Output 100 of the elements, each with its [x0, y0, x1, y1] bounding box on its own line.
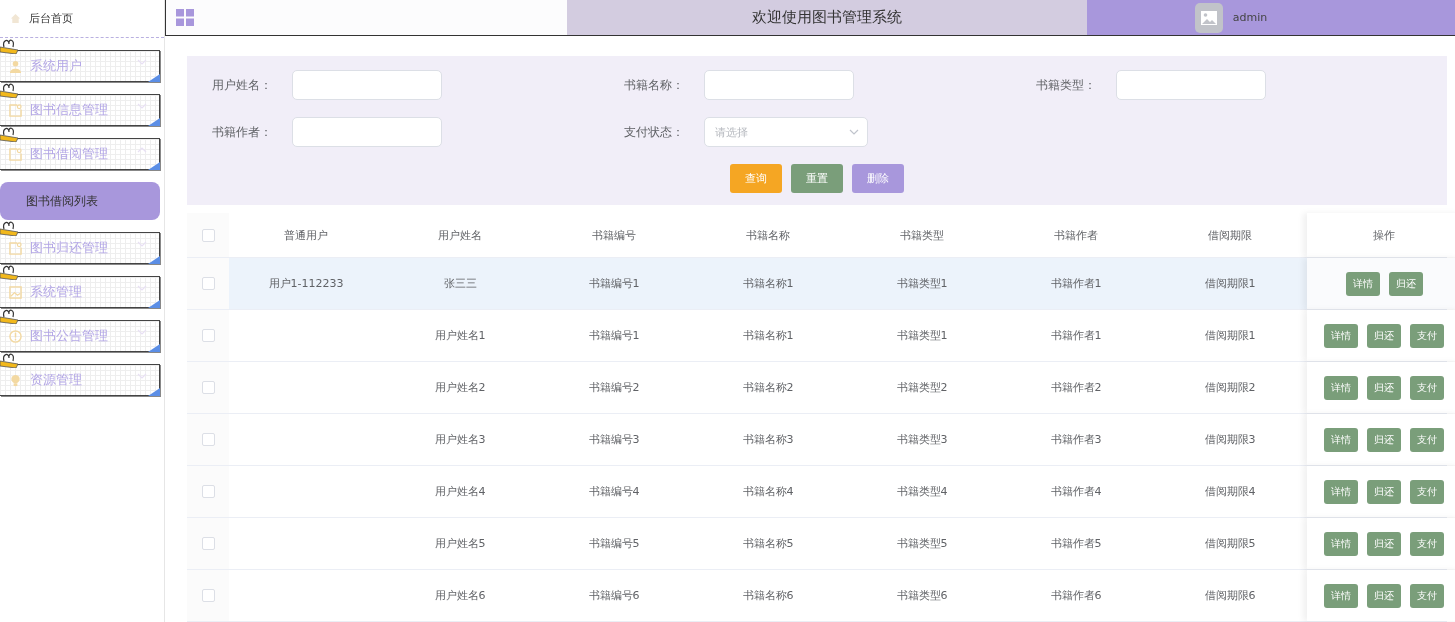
menu-item[interactable]: 系统管理 [0, 276, 160, 308]
action-button[interactable]: 详情 [1345, 271, 1380, 296]
app-title: 欢迎使用图书管理系统 [752, 8, 902, 27]
menu-item[interactable]: 图书归还管理 [0, 232, 160, 264]
action-button[interactable]: 详情 [1324, 479, 1358, 504]
table-cell: 用户姓名2 [434, 380, 486, 395]
action-button[interactable]: 支付 [1410, 323, 1444, 348]
table-cell: 书籍编号3 [588, 432, 640, 447]
image-icon [9, 285, 22, 299]
query-button[interactable]: 查询 [730, 164, 782, 193]
action-button[interactable]: 支付 [1410, 427, 1444, 452]
column-header: 用户姓名 [438, 227, 482, 243]
menu-item[interactable]: 系统用户 [0, 50, 160, 82]
table-cell: 书籍编号1 [588, 276, 640, 291]
input-field[interactable] [292, 70, 442, 100]
submenu-item[interactable]: 图书借阅列表 [0, 182, 160, 220]
column-header: 书籍类型 [900, 227, 944, 243]
table-cell: 书籍类型3 [896, 432, 948, 447]
row-checkbox[interactable] [201, 433, 215, 446]
action-button[interactable]: 详情 [1324, 531, 1358, 556]
action-button[interactable]: 归还 [1367, 427, 1401, 452]
select-all-checkbox[interactable] [201, 228, 215, 242]
action-button[interactable]: 详情 [1324, 323, 1358, 348]
document-icon [9, 147, 22, 161]
column-header: 操作 [1373, 227, 1395, 243]
row-checkbox[interactable] [201, 485, 215, 498]
action-button[interactable]: 详情 [1324, 583, 1358, 608]
action-button[interactable]: 归还 [1388, 271, 1423, 296]
input-field[interactable] [292, 117, 442, 147]
table-cell: 书籍编号1 [588, 328, 640, 343]
table-cell: 借阅期限6 [1204, 588, 1256, 603]
action-button[interactable]: 归还 [1367, 375, 1401, 400]
table-cell: 借阅期限4 [1204, 484, 1256, 499]
row-checkbox[interactable] [201, 277, 215, 290]
table-cell: 书籍类型2 [896, 380, 948, 395]
table-cell: 书籍作者3 [1050, 432, 1102, 447]
table-cell: 借阅期限5 [1204, 536, 1256, 551]
delete-button[interactable]: 删除 [852, 164, 904, 193]
row-checkbox[interactable] [201, 537, 215, 550]
table-cell: 用户姓名1 [434, 328, 486, 343]
menu-item[interactable]: 资源管理 [0, 364, 160, 396]
bulb-icon [9, 373, 22, 387]
menu-item[interactable]: 图书公告管理 [0, 320, 160, 352]
folded-corner-icon [148, 118, 160, 126]
column-header: 普通用户 [284, 227, 328, 243]
table-cell: 书籍名称3 [742, 432, 794, 447]
reset-button[interactable]: 重置 [791, 164, 843, 193]
row-checkbox[interactable] [201, 589, 215, 602]
menu-item[interactable]: 图书借阅管理 [0, 138, 160, 170]
folded-corner-icon [148, 162, 160, 170]
action-button[interactable]: 详情 [1324, 427, 1358, 452]
action-button[interactable]: 支付 [1410, 375, 1444, 400]
person-icon [9, 59, 22, 73]
field-label: 书籍类型： [1036, 76, 1097, 94]
action-button[interactable]: 支付 [1410, 531, 1444, 556]
folded-corner-icon [148, 74, 160, 82]
table-cell: 书籍编号2 [588, 380, 640, 395]
folded-corner-icon [148, 388, 160, 396]
field-label: 书籍名称： [624, 76, 685, 94]
field-label: 支付状态： [624, 123, 685, 141]
table-cell: 书籍名称2 [742, 380, 794, 395]
field-label: 用户姓名： [212, 76, 273, 94]
table-cell: 用户姓名6 [434, 588, 486, 603]
home-menu-item[interactable]: 后台首页 [0, 0, 164, 38]
column-header: 借阅期限 [1208, 227, 1252, 243]
input-field[interactable] [704, 70, 854, 100]
table-cell: 书籍类型5 [896, 536, 948, 551]
action-button[interactable]: 支付 [1410, 583, 1444, 608]
table-cell: 书籍名称5 [742, 536, 794, 551]
select-field[interactable]: 请选择 [704, 117, 868, 147]
input-field[interactable] [1116, 70, 1266, 100]
table-cell: 书籍作者4 [1050, 484, 1102, 499]
table-cell: 书籍作者2 [1050, 380, 1102, 395]
action-button[interactable]: 归还 [1367, 583, 1401, 608]
table-cell: 书籍编号4 [588, 484, 640, 499]
table-cell: 书籍名称4 [742, 484, 794, 499]
table-cell: 书籍作者1 [1050, 276, 1102, 291]
table-cell: 书籍作者1 [1050, 328, 1102, 343]
table-cell: 借阅期限1 [1204, 276, 1256, 291]
action-button[interactable]: 归还 [1367, 323, 1401, 348]
table-cell: 用户姓名4 [434, 484, 486, 499]
action-button[interactable]: 详情 [1324, 375, 1358, 400]
table-cell: 张三三 [443, 276, 477, 291]
username[interactable]: admin [1232, 11, 1268, 24]
action-button[interactable]: 归还 [1367, 531, 1401, 556]
document-icon [9, 241, 22, 255]
action-button[interactable]: 归还 [1367, 479, 1401, 504]
table-cell: 书籍编号5 [588, 536, 640, 551]
table-cell: 书籍名称1 [742, 276, 794, 291]
table-cell: 书籍名称1 [742, 328, 794, 343]
row-checkbox[interactable] [201, 381, 215, 394]
table-cell: 用户姓名5 [434, 536, 486, 551]
action-button[interactable]: 支付 [1410, 479, 1444, 504]
row-checkbox[interactable] [201, 329, 215, 342]
table-cell: 书籍作者5 [1050, 536, 1102, 551]
grid-menu-icon[interactable] [176, 9, 194, 26]
folded-corner-icon [148, 300, 160, 308]
info-icon [9, 329, 22, 343]
menu-item[interactable]: 图书信息管理 [0, 94, 160, 126]
avatar-image-icon[interactable] [1194, 2, 1223, 33]
